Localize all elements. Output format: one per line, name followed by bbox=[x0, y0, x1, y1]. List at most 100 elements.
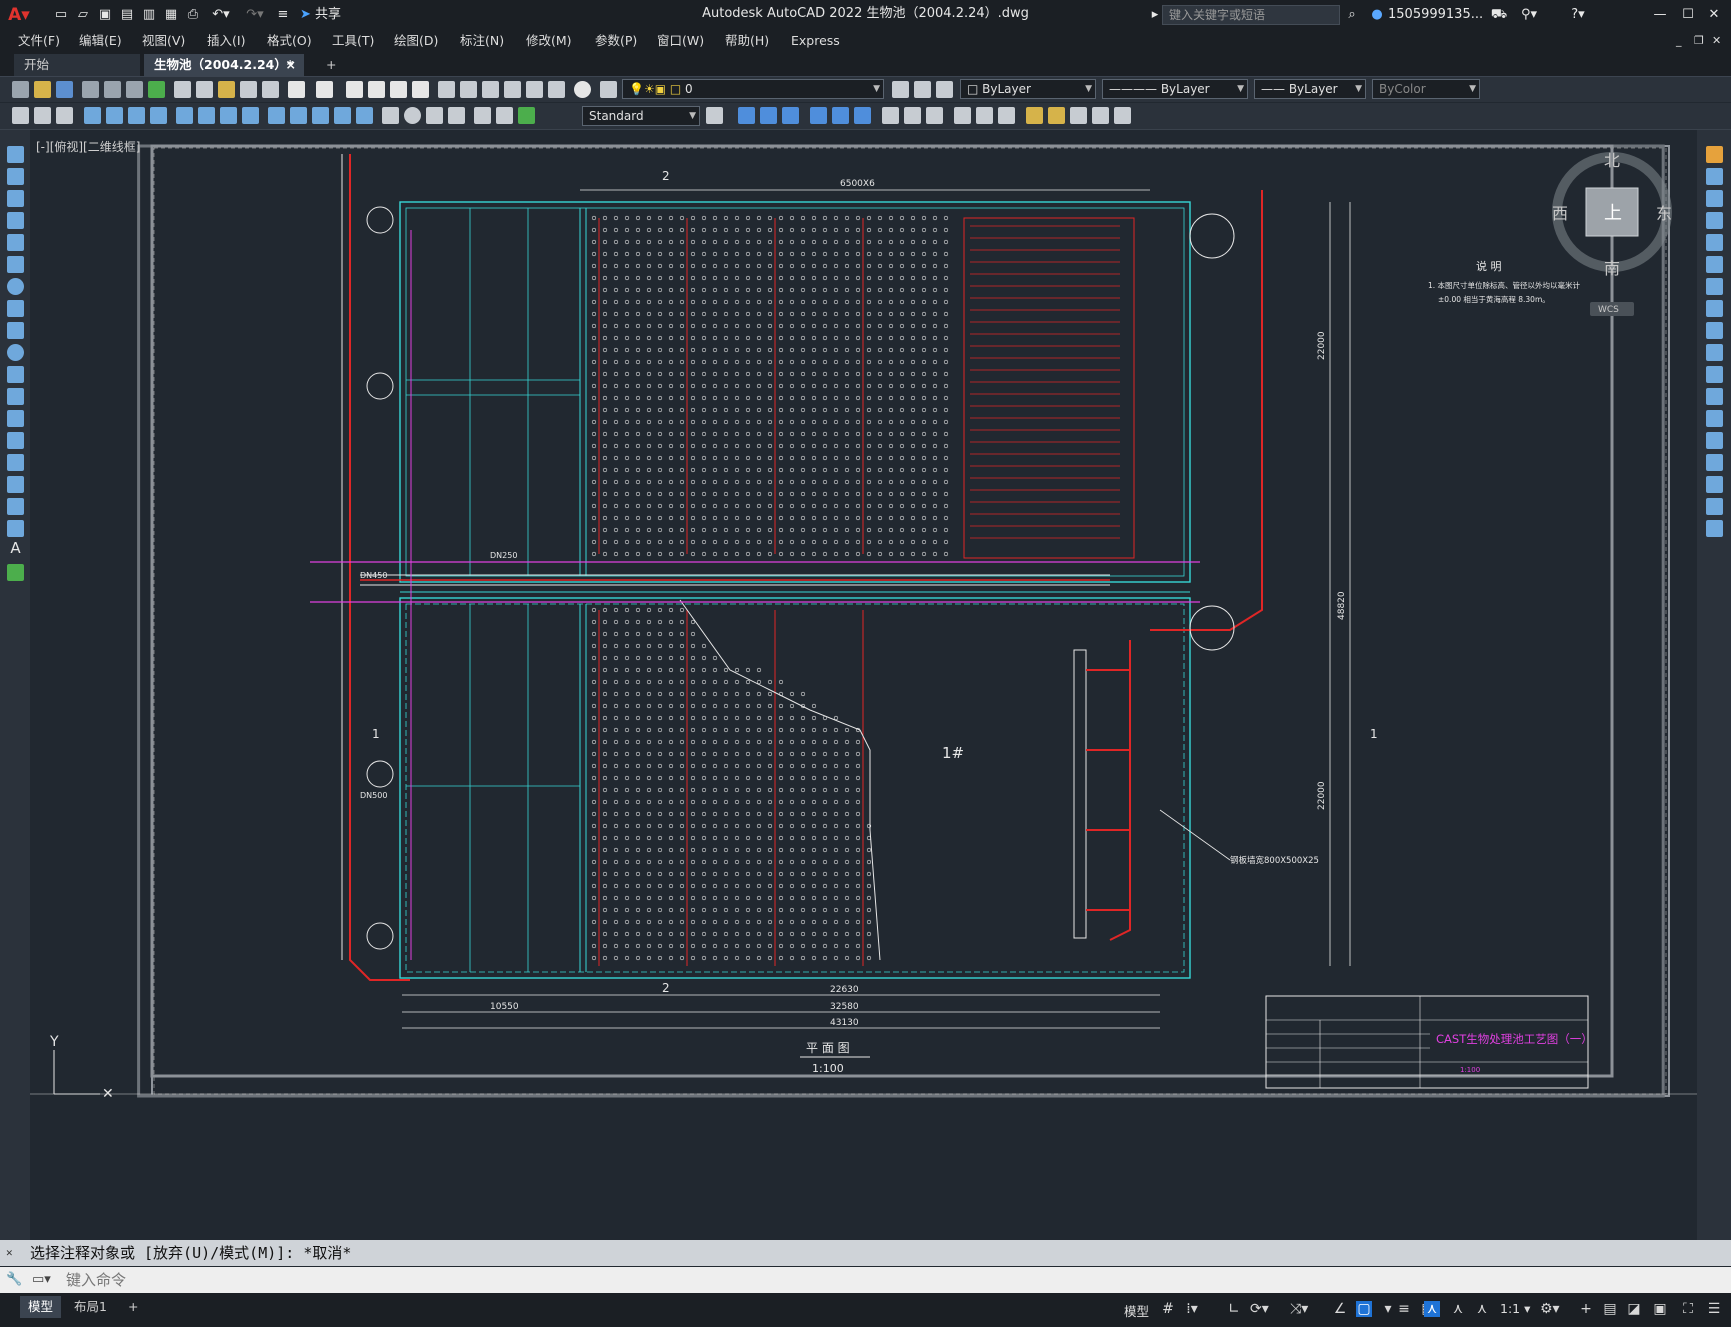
table-icon[interactable] bbox=[7, 520, 24, 537]
menu-dimension[interactable]: 标注(N) bbox=[460, 30, 504, 52]
menu-edit[interactable]: 编辑(E) bbox=[79, 30, 122, 52]
point-icon[interactable] bbox=[7, 432, 24, 449]
compass-south[interactable]: 南 bbox=[1604, 259, 1620, 278]
compass-east[interactable]: 东 bbox=[1656, 204, 1672, 223]
annotation-scale-icon[interactable]: ⋏ bbox=[1474, 1301, 1490, 1317]
dimstyle-dropdown[interactable]: Standard ▼ bbox=[582, 106, 700, 126]
group-icon[interactable] bbox=[34, 107, 51, 124]
add-selected-icon[interactable] bbox=[7, 564, 24, 581]
named-views-icon[interactable] bbox=[1026, 107, 1043, 124]
isolate-icon[interactable]: ◪ bbox=[1626, 1301, 1642, 1317]
dim-continue-icon[interactable] bbox=[312, 107, 329, 124]
paste-icon[interactable] bbox=[218, 81, 235, 98]
arc-icon[interactable] bbox=[7, 256, 24, 273]
jogged-linear-icon[interactable] bbox=[448, 107, 465, 124]
dim-update-icon[interactable] bbox=[518, 107, 535, 124]
customization-icon[interactable]: ☰ bbox=[1706, 1301, 1722, 1317]
rotate-icon[interactable] bbox=[1706, 278, 1723, 295]
isodraft-icon[interactable]: ⤨▾ bbox=[1290, 1301, 1308, 1317]
design-center-icon[interactable] bbox=[460, 81, 477, 98]
tab-close-icon[interactable]: × bbox=[286, 54, 296, 76]
help-icon[interactable]: ?▾ bbox=[1560, 5, 1596, 25]
new-tab-button[interactable]: + bbox=[316, 54, 340, 76]
matchprop-icon[interactable] bbox=[240, 81, 257, 98]
menu-express[interactable]: Express bbox=[791, 30, 840, 52]
save-web-icon[interactable]: ▦ bbox=[162, 5, 180, 25]
menu-window[interactable]: 窗口(W) bbox=[657, 30, 704, 52]
revcloud-icon[interactable] bbox=[7, 300, 24, 317]
view-cube[interactable]: 上 北 南 东 西 WCS bbox=[1552, 146, 1672, 316]
workspace-gear-icon[interactable]: ⚙▾ bbox=[1540, 1301, 1560, 1317]
view-left-icon[interactable] bbox=[782, 107, 799, 124]
ellipse-arc-icon[interactable] bbox=[7, 366, 24, 383]
dim-linear-icon[interactable] bbox=[84, 107, 101, 124]
save-as-icon[interactable]: ▤ bbox=[118, 5, 136, 25]
3dprint-icon[interactable] bbox=[148, 81, 165, 98]
explode-icon[interactable] bbox=[1706, 520, 1723, 537]
clean-screen-icon[interactable]: ⛶ bbox=[1680, 1301, 1696, 1317]
fly-icon[interactable] bbox=[1092, 107, 1109, 124]
new-file-icon[interactable]: ▭ bbox=[52, 5, 70, 25]
sheetset-icon[interactable] bbox=[504, 81, 521, 98]
copy-icon[interactable] bbox=[196, 81, 213, 98]
view-right-icon[interactable] bbox=[810, 107, 827, 124]
recent-commands-icon[interactable]: ▭▾ bbox=[32, 1267, 51, 1293]
render-icon[interactable] bbox=[1114, 107, 1131, 124]
dim-space-icon[interactable] bbox=[334, 107, 351, 124]
menu-view[interactable]: 视图(V) bbox=[142, 30, 185, 52]
menu-file[interactable]: 文件(F) bbox=[18, 30, 60, 52]
copy-object-icon[interactable] bbox=[1706, 168, 1723, 185]
share-button[interactable]: ➤ 共享 bbox=[300, 5, 360, 25]
polygon-icon[interactable] bbox=[7, 212, 24, 229]
doc-restore-icon[interactable]: ❐ bbox=[1694, 30, 1704, 52]
pan-icon[interactable] bbox=[346, 81, 363, 98]
open-file-icon[interactable]: ▱ bbox=[74, 5, 92, 25]
dim-jogged-icon[interactable] bbox=[198, 107, 215, 124]
snap-icon[interactable]: ⁞▾ bbox=[1184, 1301, 1200, 1317]
help-toolbar-icon[interactable] bbox=[574, 81, 591, 98]
extend-icon[interactable] bbox=[1706, 366, 1723, 383]
maximize-icon[interactable]: ☐ bbox=[1678, 5, 1698, 25]
plotstyle-dropdown[interactable]: ByColor ▼ bbox=[1372, 79, 1480, 99]
publish-icon[interactable] bbox=[126, 81, 143, 98]
line-icon[interactable] bbox=[7, 146, 24, 163]
doc-close-icon[interactable]: ✕ bbox=[1712, 30, 1721, 52]
wcs-label[interactable]: WCS bbox=[1598, 305, 1619, 315]
lineweight-dropdown[interactable]: —— ByLayer ▼ bbox=[1254, 79, 1366, 99]
redo-icon[interactable]: ↷▾ bbox=[240, 5, 270, 25]
tab-drawing[interactable]: 生物池（2004.2.24）* × bbox=[144, 54, 304, 76]
menu-help[interactable]: 帮助(H) bbox=[725, 30, 769, 52]
otrack-icon[interactable]: ∠ bbox=[1332, 1301, 1348, 1317]
dimstyle-icon[interactable] bbox=[706, 107, 723, 124]
region-icon[interactable] bbox=[7, 498, 24, 515]
grid-icon[interactable]: # bbox=[1160, 1301, 1176, 1317]
dim-edit-icon[interactable] bbox=[474, 107, 491, 124]
zoom-previous-icon[interactable] bbox=[412, 81, 429, 98]
open-web-icon[interactable]: ▥ bbox=[140, 5, 158, 25]
hatch-icon[interactable] bbox=[7, 454, 24, 471]
customize-qat-icon[interactable]: ≡ bbox=[275, 5, 291, 25]
annotation-scale-dropdown[interactable]: 1:1 ▾ bbox=[1500, 1301, 1530, 1316]
dim-radius-icon[interactable] bbox=[176, 107, 193, 124]
menu-format[interactable]: 格式(O) bbox=[267, 30, 312, 52]
save-toolbar-icon[interactable] bbox=[56, 81, 73, 98]
qnew-icon[interactable] bbox=[12, 81, 29, 98]
hardware-acceleration-icon[interactable]: ▣ bbox=[1652, 1301, 1668, 1317]
gradient-icon[interactable] bbox=[7, 476, 24, 493]
quick-dim-icon[interactable] bbox=[268, 107, 285, 124]
undo-icon[interactable]: ↶▾ bbox=[206, 5, 236, 25]
join-icon[interactable] bbox=[1706, 432, 1723, 449]
doc-minimize-icon[interactable]: _ bbox=[1676, 30, 1682, 52]
spline-icon[interactable] bbox=[7, 322, 24, 339]
blend-icon[interactable] bbox=[1706, 498, 1723, 515]
markup-icon[interactable] bbox=[526, 81, 543, 98]
view-top-icon[interactable] bbox=[738, 107, 755, 124]
command-input[interactable]: 键入命令 bbox=[66, 1267, 126, 1293]
minimize-icon[interactable]: — bbox=[1650, 5, 1670, 25]
dim-aligned-icon[interactable] bbox=[106, 107, 123, 124]
stretch-icon[interactable] bbox=[1706, 322, 1723, 339]
cart-icon[interactable]: ⛟ bbox=[1490, 5, 1508, 25]
dim-arc-icon[interactable] bbox=[128, 107, 145, 124]
layer-previous-icon[interactable] bbox=[914, 81, 931, 98]
make-block-icon[interactable] bbox=[7, 410, 24, 427]
